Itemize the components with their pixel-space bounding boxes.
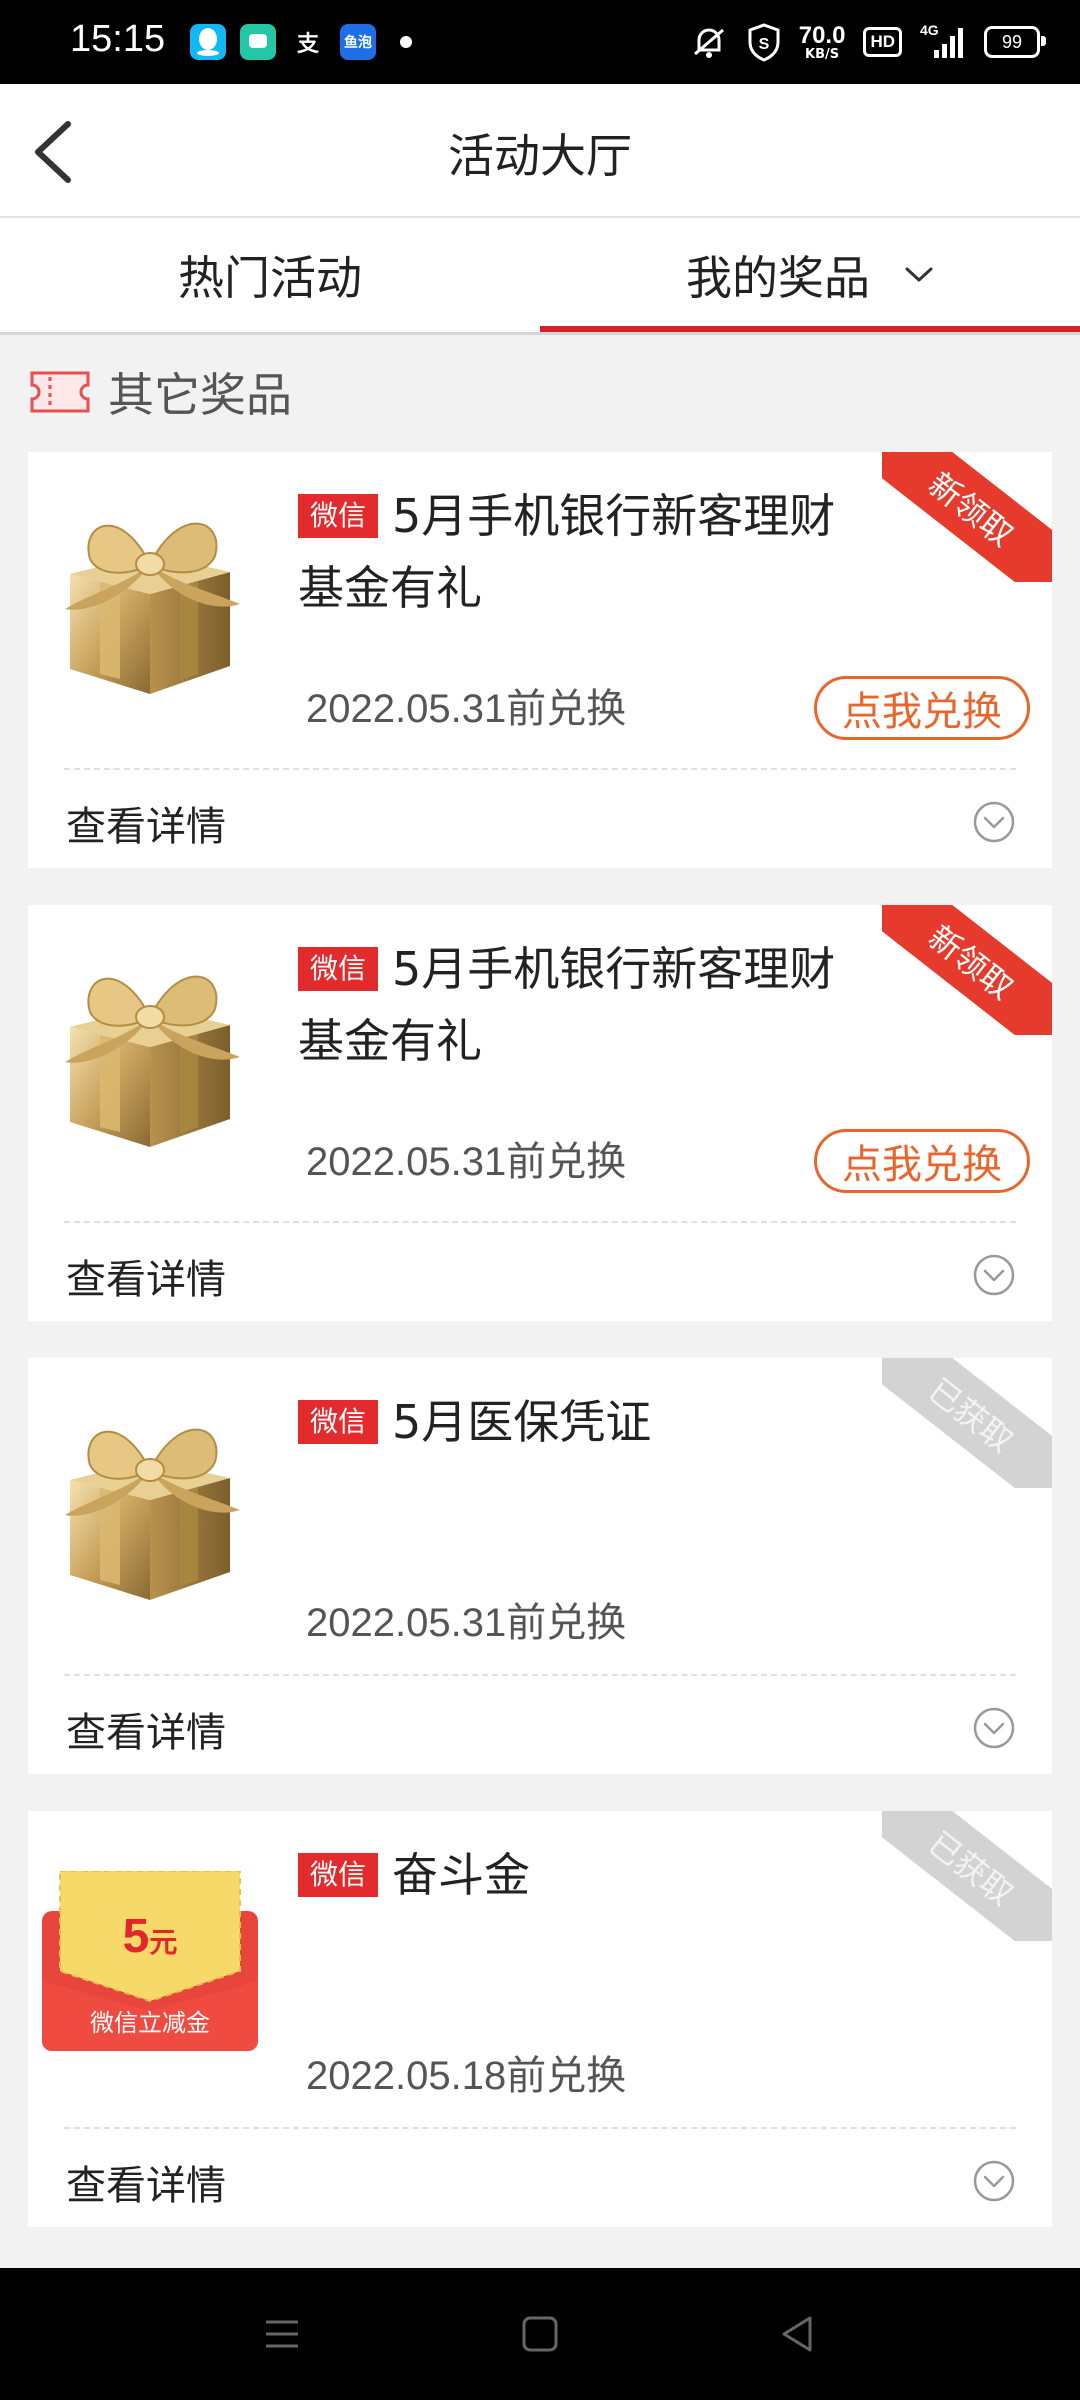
qq-icon [190,24,226,60]
system-status: S 70.0 KB/S HD 4G 99 [689,18,1046,66]
wechat-badge: 微信 [298,946,379,991]
red-envelope-icon: 5元 微信立减金 [42,1871,258,2051]
obtained-ribbon: 已获取 [882,1811,1052,1941]
silent-icon [693,28,724,58]
view-details-link[interactable]: 查看详情 [66,794,226,852]
svg-text:S: S [758,36,769,53]
page-title: 活动大厅 [448,129,632,183]
active-tab-indicator [540,326,1080,332]
exchange-button[interactable]: 点我兑换 [814,676,1030,740]
expiry-date: 2022.05.31前兑换 [306,687,627,731]
expiry-date: 2022.05.31前兑换 [306,1140,627,1184]
prize-title: 5月手机银行新客理财基金有礼 [298,942,836,1068]
prize-title-block: 微信 5月手机银行新客理财基金有礼 [298,480,858,624]
section-title: 其它奖品 [108,368,292,422]
chevron-down-icon [905,267,933,282]
back-triangle-icon[interactable] [774,2310,822,2358]
ribbon-label: 新领取 [882,905,1052,1035]
ribbon-label: 新领取 [882,452,1052,582]
wechat-badge: 微信 [298,493,379,538]
expand-circle-icon[interactable] [972,1706,1016,1750]
tab-hot-activities[interactable]: 热门活动 [0,218,540,332]
network-speed: 70.0 KB/S [798,21,846,62]
hd-badge: HD [863,27,902,57]
home-icon[interactable] [516,2310,564,2358]
envelope-amount: 5元 [42,1909,258,1964]
expiry-date: 2022.05.31前兑换 [306,1601,627,1645]
divider [64,1674,1016,1676]
alipay-icon: 支 [290,24,326,60]
wechat-badge: 微信 [298,1399,379,1444]
expiry-date: 2022.05.18前兑换 [306,2054,627,2098]
status-time: 15:15 [70,18,166,60]
messages-icon [240,24,276,60]
wechat-badge: 微信 [298,1852,379,1897]
view-details-link[interactable]: 查看详情 [66,1247,226,1305]
new-ribbon: 新领取 [882,452,1052,582]
prize-card[interactable]: 微信 5月手机银行新客理财基金有礼 2022.05.31前兑换 点我兑换 新领取 … [28,905,1052,1321]
yupao-icon: 鱼泡 [340,24,376,60]
divider [64,1221,1016,1223]
obtained-ribbon: 已获取 [882,1358,1052,1488]
gift-box-icon [50,484,250,714]
envelope-caption: 微信立减金 [90,2009,210,2037]
prize-card[interactable]: 5元 微信立减金 微信 奋斗金 2022.05.18前兑换 已获取 查看详情 [28,1811,1052,2227]
divider [64,2127,1016,2129]
prize-card[interactable]: 微信 5月手机银行新客理财基金有礼 2022.05.31前兑换 点我兑换 新领取 … [28,452,1052,868]
prize-title-block: 微信 奋斗金 [298,1839,858,1911]
app-header: 活动大厅 [0,84,1080,218]
prize-title: 奋斗金 [392,1848,531,1902]
prize-title: 5月手机银行新客理财基金有礼 [298,489,836,615]
section-header: 其它奖品 [28,362,292,422]
status-bar: 15:15 支 鱼泡 S 70.0 KB/S HD 4G 99 [0,0,1080,84]
divider [64,768,1016,770]
system-navigation-bar [0,2268,1080,2400]
prize-card[interactable]: 微信 5月医保凭证 2022.05.31前兑换 已获取 查看详情 [28,1358,1052,1774]
gift-box-icon [50,937,250,1167]
signal-icon: 4G [920,22,966,62]
battery-icon: 99 [984,26,1046,58]
tab-label: 我的奖品 [686,251,870,305]
exchange-button[interactable]: 点我兑换 [814,1129,1030,1193]
view-details-link[interactable]: 查看详情 [66,2153,226,2211]
tab-label: 热门活动 [178,251,362,305]
ribbon-label: 已获取 [882,1358,1052,1488]
prize-title-block: 微信 5月医保凭证 [298,1386,858,1458]
prize-title: 5月医保凭证 [392,1395,652,1449]
new-ribbon: 新领取 [882,905,1052,1035]
envelope-amount-unit: 元 [149,1926,178,1959]
menu-icon[interactable] [258,2310,306,2358]
tab-bar: 热门活动 我的奖品 [0,218,1080,335]
ticket-icon [30,371,90,413]
expand-circle-icon[interactable] [972,2159,1016,2203]
expand-circle-icon[interactable] [972,1253,1016,1297]
prize-title-block: 微信 5月手机银行新客理财基金有礼 [298,933,858,1077]
tab-my-prizes[interactable]: 我的奖品 [540,218,1080,332]
view-details-link[interactable]: 查看详情 [66,1700,226,1758]
shield-icon: S [748,23,780,62]
speed-unit: KB/S [805,46,840,62]
notification-icons: 支 鱼泡 [190,20,412,64]
gift-box-icon [50,1390,250,1620]
envelope-amount-value: 5 [122,1910,150,1963]
ribbon-label: 已获取 [882,1811,1052,1941]
speed-value: 70.0 [798,21,846,49]
expand-circle-icon[interactable] [972,800,1016,844]
more-notifications-dot [400,36,412,48]
